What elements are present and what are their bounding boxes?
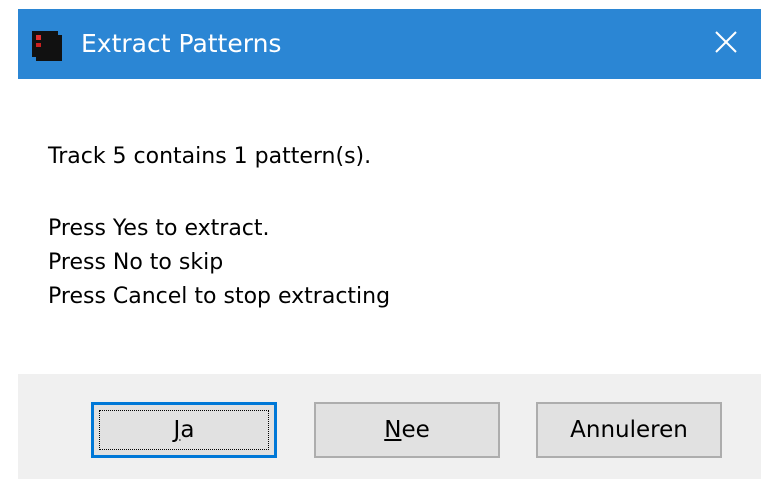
title-bar[interactable]: Extract Patterns [18,9,761,79]
button-bar: Ja Nee Annuleren [18,374,761,479]
message-track-info: Track 5 contains 1 pattern(s). [48,144,372,169]
cancel-button[interactable]: Annuleren [536,402,722,458]
dialog-window: Extract Patterns Track 5 contains 1 patt… [0,0,761,488]
dialog-content: Track 5 contains 1 pattern(s). Press Yes… [18,79,761,374]
yes-button-label: Ja [173,417,195,443]
message-no-hint: Press No to skip [48,250,224,275]
no-button[interactable]: Nee [314,402,500,458]
dialog-title: Extract Patterns [81,29,282,58]
close-button[interactable] [691,9,761,79]
message-yes-hint: Press Yes to extract. [48,216,270,241]
no-button-label: Nee [384,417,430,443]
close-icon [713,29,739,59]
yes-button[interactable]: Ja [91,402,277,458]
app-icon [32,31,62,61]
message-cancel-hint: Press Cancel to stop extracting [48,284,391,309]
cancel-button-label: Annuleren [570,417,688,443]
